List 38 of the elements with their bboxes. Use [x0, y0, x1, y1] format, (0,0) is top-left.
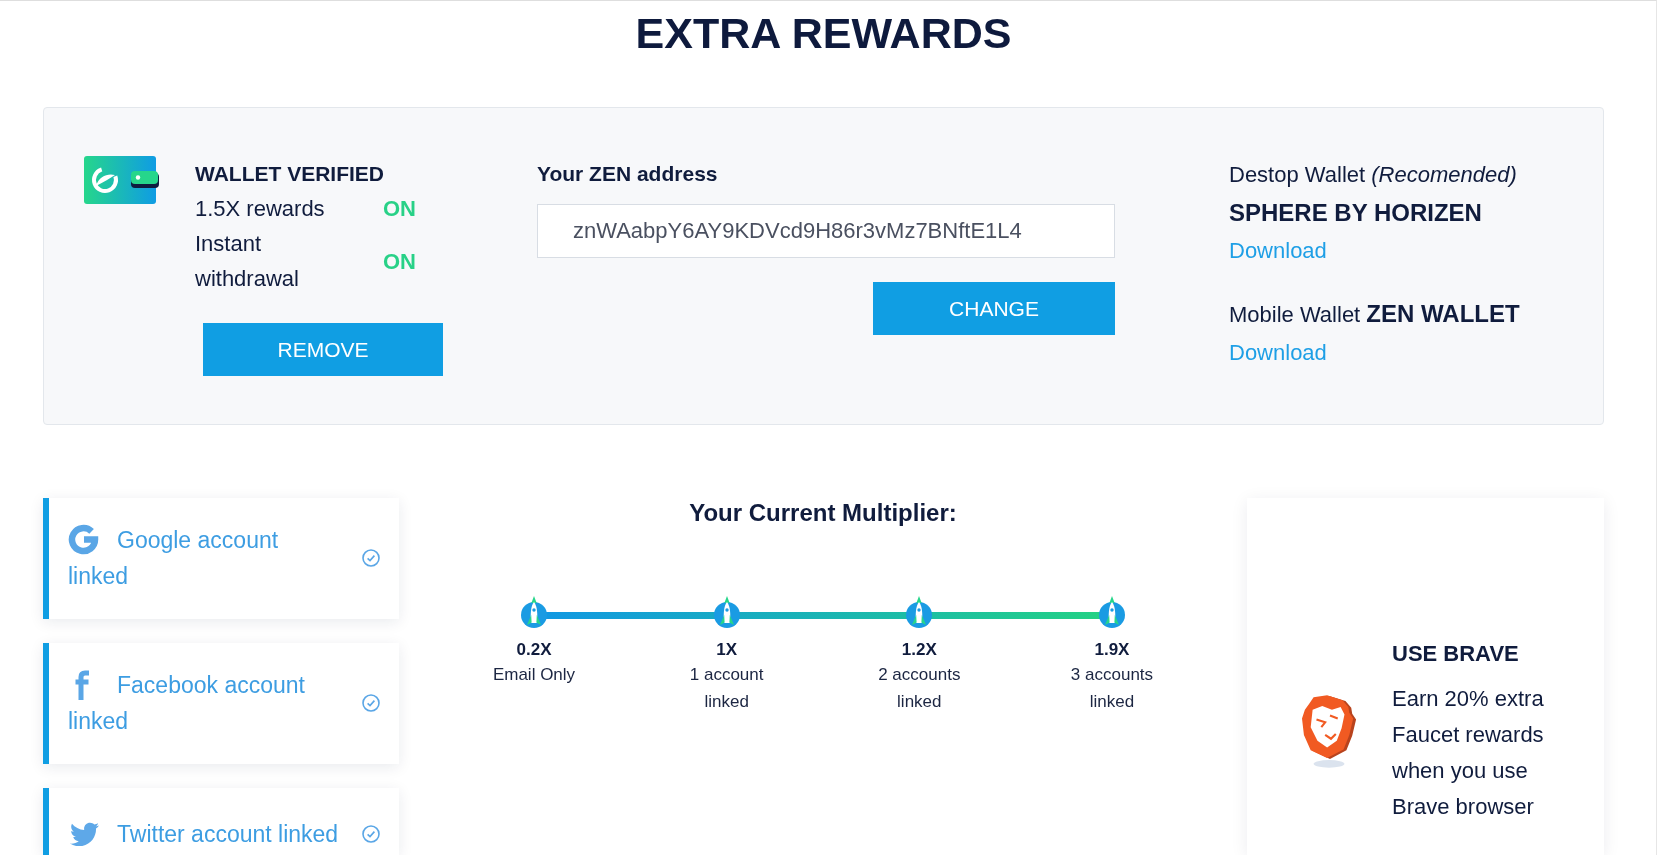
- download-link[interactable]: Download: [1229, 334, 1327, 372]
- feature-label: 1.5X rewards: [195, 195, 326, 223]
- feature-label: Instant withdrawal: [195, 230, 300, 293]
- account-status-text: Facebook account linked: [68, 667, 342, 739]
- address-field[interactable]: znWAabpY6AY9KDVcd9H86r3vMz7BNftE1L4: [537, 204, 1115, 258]
- wallet-icon: [84, 156, 159, 204]
- g-logo-icon: [68, 524, 99, 555]
- download-link[interactable]: Download: [1229, 232, 1327, 270]
- feature-status: ON: [383, 195, 416, 223]
- wallet-type-label: Mobile Wallet ZEN WALLET: [1229, 299, 1521, 329]
- promo-text: Earn 20% extra Faucet rewards when you use Brave browser: [1392, 685, 1545, 821]
- account-status-text: Google account linked: [68, 522, 342, 594]
- f-logo-icon: [73, 668, 91, 700]
- step-label: Email Only: [492, 664, 576, 686]
- step-label: 3 accounts linked: [1069, 664, 1155, 713]
- remove-button[interactable]: REMOVE: [203, 323, 443, 376]
- shield-face-icon: [1302, 695, 1358, 769]
- rocket-icon: [1098, 596, 1125, 628]
- wallet-type-label: Destop Wallet (Recomended): [1229, 161, 1518, 189]
- multiplier-value: 1.9X: [1094, 639, 1130, 661]
- multiplier-heading: Your Current Multiplier:: [689, 498, 957, 528]
- page-title: EXTRA REWARDS: [635, 8, 1012, 59]
- rocket-icon: [906, 596, 933, 628]
- step-label: 2 accounts linked: [877, 664, 962, 713]
- rocket-icon: [713, 596, 740, 628]
- multiplier-value: 0.2X: [516, 639, 552, 661]
- change-button[interactable]: CHANGE: [873, 282, 1115, 335]
- multiplier-value: 1.2X: [901, 639, 937, 661]
- step-label: 1 account linked: [688, 664, 765, 713]
- feature-status: ON: [383, 247, 416, 276]
- promo-heading: USE BRAVE: [1392, 640, 1520, 668]
- bird-logo-icon: [70, 821, 99, 846]
- multiplier-value: 1X: [716, 639, 738, 661]
- wallet-name: SPHERE BY HORIZEN: [1229, 198, 1483, 228]
- account-status-text: Twitter account linked: [68, 815, 342, 852]
- rocket-icon: [521, 596, 547, 628]
- status-heading: WALLET VERIFIED: [195, 161, 385, 187]
- address-label: Your ZEN address: [537, 161, 719, 187]
